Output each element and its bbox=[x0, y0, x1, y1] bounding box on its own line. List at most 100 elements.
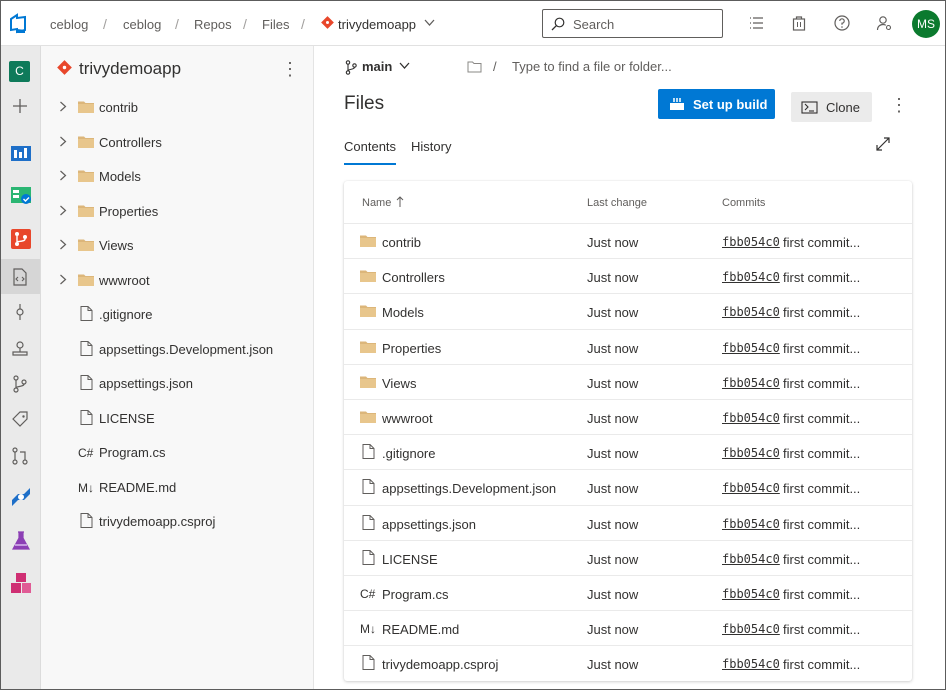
file-name-link[interactable]: appsettings.Development.json bbox=[382, 481, 556, 496]
help-icon[interactable] bbox=[833, 14, 851, 32]
rail-commits[interactable] bbox=[1, 294, 40, 329]
commit-message[interactable]: first commit... bbox=[783, 517, 860, 532]
tab-history[interactable]: History bbox=[411, 139, 451, 154]
tree-folder[interactable]: contrib bbox=[41, 91, 313, 125]
table-row[interactable]: contrib Just now fbb054c0 first commit... bbox=[344, 223, 912, 258]
commit-message[interactable]: first commit... bbox=[783, 552, 860, 567]
rail-test-plans[interactable] bbox=[1, 522, 40, 557]
rail-branches[interactable] bbox=[1, 366, 40, 401]
table-row[interactable]: trivydemoapp.csproj Just now fbb054c0 first… bbox=[344, 645, 912, 680]
commit-hash-link[interactable]: fbb054c0 bbox=[722, 552, 780, 566]
tree-file[interactable]: appsettings.Development.json bbox=[41, 333, 313, 367]
tree-folder[interactable]: Properties bbox=[41, 195, 313, 229]
table-row[interactable]: LICENSE Just now fbb054c0 first commit... bbox=[344, 539, 912, 575]
chevron-down-icon[interactable] bbox=[399, 62, 410, 70]
table-row[interactable]: appsettings.json Just now fbb054c0 first co… bbox=[344, 504, 912, 540]
commit-hash-link[interactable]: fbb054c0 bbox=[722, 341, 780, 355]
branch-selector[interactable]: main bbox=[362, 59, 392, 74]
breadcrumb-repo[interactable]: trivydemoapp bbox=[338, 17, 416, 32]
file-name-link[interactable]: wwwroot bbox=[382, 411, 433, 426]
commit-message[interactable]: first commit... bbox=[783, 270, 860, 285]
commit-message[interactable]: first commit... bbox=[783, 446, 860, 461]
rail-overview[interactable] bbox=[1, 133, 40, 168]
avatar[interactable]: MS bbox=[912, 10, 940, 38]
file-name-link[interactable]: Views bbox=[382, 376, 416, 391]
rail-pipelines[interactable] bbox=[1, 478, 40, 513]
shopping-bag-icon[interactable] bbox=[790, 14, 808, 32]
rail-project[interactable]: C bbox=[1, 51, 40, 86]
user-settings-icon[interactable] bbox=[875, 14, 893, 32]
file-name-link[interactable]: appsettings.json bbox=[382, 517, 476, 532]
table-row[interactable]: Properties Just now fbb054c0 first commit..… bbox=[344, 328, 912, 364]
table-row[interactable]: M↓ README.md Just now fbb054c0 first commit.… bbox=[344, 610, 912, 645]
commit-hash-link[interactable]: fbb054c0 bbox=[722, 305, 780, 319]
commit-hash-link[interactable]: fbb054c0 bbox=[722, 446, 780, 460]
commit-message[interactable]: first commit... bbox=[783, 587, 860, 602]
tree-file[interactable]: appsettings.json bbox=[41, 367, 313, 401]
clone-button[interactable]: Clone bbox=[791, 92, 872, 122]
tree-folder[interactable]: Models bbox=[41, 160, 313, 194]
tree-folder[interactable]: Views bbox=[41, 229, 313, 263]
tree-file[interactable]: trivydemoapp.csproj bbox=[41, 505, 313, 539]
breadcrumb-page[interactable]: Files bbox=[262, 17, 289, 32]
commit-message[interactable]: first commit... bbox=[783, 481, 860, 496]
rail-add[interactable] bbox=[1, 88, 40, 123]
chevron-right-icon[interactable] bbox=[59, 101, 67, 112]
chevron-right-icon[interactable] bbox=[59, 205, 67, 216]
commit-message[interactable]: first commit... bbox=[783, 411, 860, 426]
table-row[interactable]: Controllers Just now fbb054c0 first commit.… bbox=[344, 258, 912, 293]
chevron-right-icon[interactable] bbox=[59, 239, 67, 250]
table-row[interactable]: Models Just now fbb054c0 first commit... bbox=[344, 293, 912, 328]
file-name-link[interactable]: Program.cs bbox=[382, 587, 448, 602]
table-row[interactable]: .gitignore Just now fbb054c0 first commit..… bbox=[344, 434, 912, 469]
tree-folder[interactable]: wwwroot bbox=[41, 264, 313, 298]
chevron-right-icon[interactable] bbox=[59, 170, 67, 181]
commit-hash-link[interactable]: fbb054c0 bbox=[722, 376, 780, 390]
file-name-link[interactable]: LICENSE bbox=[382, 552, 438, 567]
commit-message[interactable]: first commit... bbox=[783, 657, 860, 672]
commit-hash-link[interactable]: fbb054c0 bbox=[722, 657, 780, 671]
rail-boards[interactable] bbox=[1, 176, 40, 211]
commit-message[interactable]: first commit... bbox=[783, 305, 860, 320]
sort-ascending-icon[interactable] bbox=[396, 196, 404, 208]
commit-message[interactable]: first commit... bbox=[783, 341, 860, 356]
commit-hash-link[interactable]: fbb054c0 bbox=[722, 587, 780, 601]
tree-file[interactable]: .gitignore bbox=[41, 298, 313, 332]
expand-icon[interactable] bbox=[876, 137, 890, 151]
column-header-last-change[interactable]: Last change bbox=[587, 197, 647, 209]
commit-hash-link[interactable]: fbb054c0 bbox=[722, 481, 780, 495]
list-icon[interactable] bbox=[747, 14, 765, 32]
file-name-link[interactable]: Properties bbox=[382, 341, 441, 356]
chevron-down-icon[interactable] bbox=[424, 19, 435, 27]
rail-tags[interactable] bbox=[1, 402, 40, 437]
search-box[interactable]: Search bbox=[542, 9, 723, 38]
commit-hash-link[interactable]: fbb054c0 bbox=[722, 270, 780, 284]
azure-devops-logo-icon[interactable] bbox=[9, 13, 31, 35]
commit-hash-link[interactable]: fbb054c0 bbox=[722, 622, 780, 636]
commit-message[interactable]: first commit... bbox=[783, 376, 860, 391]
file-name-link[interactable]: README.md bbox=[382, 622, 459, 637]
commit-message[interactable]: first commit... bbox=[783, 622, 860, 637]
tree-file[interactable]: C# Program.cs bbox=[41, 436, 313, 470]
breadcrumb-section[interactable]: Repos bbox=[194, 17, 232, 32]
breadcrumb-project[interactable]: ceblog bbox=[123, 17, 161, 32]
tree-file[interactable]: LICENSE bbox=[41, 402, 313, 436]
file-name-link[interactable]: Models bbox=[382, 305, 424, 320]
file-name-link[interactable]: trivydemoapp.csproj bbox=[382, 657, 498, 672]
chevron-right-icon[interactable] bbox=[59, 274, 67, 285]
file-name-link[interactable]: Controllers bbox=[382, 270, 445, 285]
rail-files[interactable] bbox=[1, 259, 40, 294]
rail-pull-requests[interactable] bbox=[1, 438, 40, 473]
commit-hash-link[interactable]: fbb054c0 bbox=[722, 411, 780, 425]
commit-message[interactable]: first commit... bbox=[783, 235, 860, 250]
more-options-icon[interactable]: ⋮ bbox=[890, 95, 908, 116]
tree-folder[interactable]: Controllers bbox=[41, 126, 313, 160]
more-options-icon[interactable]: ⋮ bbox=[281, 59, 299, 80]
table-row[interactable]: C# Program.cs Just now fbb054c0 first commit… bbox=[344, 575, 912, 610]
table-row[interactable]: wwwroot Just now fbb054c0 first commit... bbox=[344, 399, 912, 434]
path-search-input[interactable]: Type to find a file or folder... bbox=[512, 59, 672, 74]
chevron-right-icon[interactable] bbox=[59, 136, 67, 147]
rail-artifacts[interactable] bbox=[1, 564, 40, 599]
column-header-name[interactable]: Name bbox=[362, 197, 391, 209]
tab-contents[interactable]: Contents bbox=[344, 139, 396, 154]
